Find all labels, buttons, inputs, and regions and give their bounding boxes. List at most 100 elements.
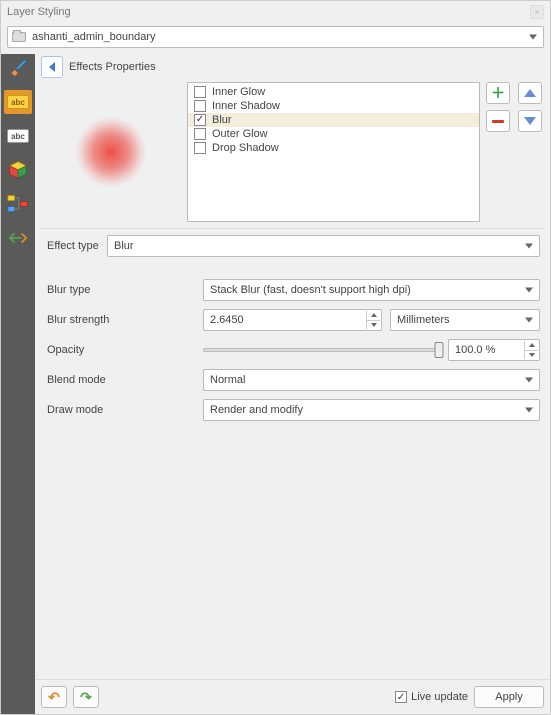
sidebar-item-diagrams[interactable] [4,192,32,216]
blur-strength-unit-value: Millimeters [397,314,450,326]
chevron-down-icon [525,318,533,323]
effect-item[interactable]: Inner Shadow [188,99,479,113]
opacity-slider[interactable] [203,348,440,352]
spin-arrows [524,341,538,359]
minus-icon [492,120,504,123]
sidebar-item-labels[interactable]: abc [4,90,32,114]
sidebar: abc abc [1,54,35,714]
draw-mode-select[interactable]: Render and modify [203,399,540,421]
main: Effects Properties Inner Glow Inner Shado… [35,54,550,714]
plus-icon: ＋ [491,83,505,103]
triangle-up-icon [524,89,536,97]
blur-strength-value: 2.6450 [210,314,244,326]
move-effect-down-button[interactable] [518,110,542,132]
checkbox-icon[interactable] [194,142,206,154]
blur-strength-unit-select[interactable]: Millimeters [390,309,540,331]
effects-header: Effects Properties [35,54,550,82]
effect-item-label: Inner Shadow [212,100,280,112]
draw-mode-row: Draw mode Render and modify [45,399,540,421]
effect-item[interactable]: Drop Shadow [188,141,479,155]
blur-type-select[interactable]: Stack Blur (fast, doesn't support high d… [203,279,540,301]
checkbox-icon[interactable]: ✓ [194,114,206,126]
apply-button[interactable]: Apply [474,686,544,708]
polygon-layer-icon [12,32,26,42]
back-button[interactable] [41,56,63,78]
spin-up-button[interactable] [524,341,538,351]
effect-form: Effect type Blur Blur type Stack Blur (f… [35,235,550,421]
preview-row: Inner Glow Inner Shadow ✓ Blur Outer Glow Dro… [35,82,550,228]
sidebar-item-symbology[interactable] [4,56,32,80]
opacity-label: Opacity [45,344,195,356]
effect-item[interactable]: ✓ Blur [188,113,479,127]
effect-item[interactable]: Inner Glow [188,85,479,99]
remove-effect-button[interactable] [486,110,510,132]
draw-mode-label: Draw mode [45,404,195,416]
titlebar: Layer Styling × [1,1,550,23]
layer-selector[interactable]: ashanti_admin_boundary [7,26,544,48]
blur-type-label: Blur type [45,284,195,296]
layer-styling-panel: Layer Styling × ashanti_admin_boundary a… [0,0,551,715]
abc-yellow-icon: abc [7,95,29,109]
blur-strength-row: Blur strength 2.6450 Millimeters [45,309,540,331]
live-update-toggle[interactable]: ✓ Live update [395,691,468,703]
effect-list-btn-col1: ＋ [486,82,512,132]
slider-thumb[interactable] [435,342,444,358]
opacity-spinbox[interactable]: 100.0 % [448,339,540,361]
preview-blur-dot [76,117,146,187]
checkbox-icon: ✓ [395,691,407,703]
spin-arrows [366,311,380,329]
move-effect-up-button[interactable] [518,82,542,104]
checkbox-icon[interactable] [194,86,206,98]
effects-properties-label: Effects Properties [69,61,156,73]
caret-up-icon [371,313,377,317]
live-update-label: Live update [411,691,468,703]
triangle-down-icon [524,117,536,125]
checkbox-icon[interactable] [194,100,206,112]
redo-icon: ↷ [80,689,92,706]
slider-track [203,348,440,352]
layer-selector-value: ashanti_admin_boundary [32,31,156,43]
caret-down-icon [529,353,535,357]
caret-up-icon [529,343,535,347]
effect-item[interactable]: Outer Glow [188,127,479,141]
blend-mode-value: Normal [210,374,245,386]
spin-up-button[interactable] [366,311,380,321]
effect-item-label: Outer Glow [212,128,268,140]
sidebar-item-history[interactable] [4,226,32,250]
blur-type-row: Blur type Stack Blur (fast, doesn't supp… [45,279,540,301]
draw-mode-value: Render and modify [210,404,303,416]
effect-item-label: Blur [212,114,232,126]
separator [41,228,544,229]
blur-strength-label: Blur strength [45,314,195,326]
effect-item-label: Drop Shadow [212,142,279,154]
opacity-value: 100.0 % [455,344,495,356]
add-effect-button[interactable]: ＋ [486,82,510,104]
blend-mode-row: Blend mode Normal [45,369,540,391]
body: abc abc [1,54,550,714]
sidebar-item-3d[interactable] [4,158,32,182]
history-icon [9,231,27,245]
spin-down-button[interactable] [366,321,380,330]
effect-list-btn-col2 [518,82,544,132]
checkbox-icon[interactable] [194,128,206,140]
undo-button[interactable]: ↶ [41,686,67,708]
blend-mode-label: Blend mode [45,374,195,386]
chevron-down-icon [529,35,537,40]
chevron-down-icon [525,244,533,249]
effect-item-label: Inner Glow [212,86,265,98]
blur-strength-spinbox[interactable]: 2.6450 [203,309,382,331]
effect-type-select[interactable]: Blur [107,235,540,257]
close-icon[interactable]: × [530,5,544,19]
redo-button[interactable]: ↷ [73,686,99,708]
sidebar-item-masks[interactable]: abc [4,124,32,148]
effect-preview [41,82,181,222]
panel-title: Layer Styling [7,6,71,18]
blend-mode-select[interactable]: Normal [203,369,540,391]
effect-list[interactable]: Inner Glow Inner Shadow ✓ Blur Outer Glow Dro… [187,82,480,222]
bottom-bar: ↶ ↷ ✓ Live update Apply [35,679,550,714]
spin-down-button[interactable] [524,351,538,360]
undo-icon: ↶ [48,689,60,706]
layer-selector-row: ashanti_admin_boundary [1,23,550,54]
chevron-down-icon [525,288,533,293]
effect-type-label: Effect type [45,240,99,252]
